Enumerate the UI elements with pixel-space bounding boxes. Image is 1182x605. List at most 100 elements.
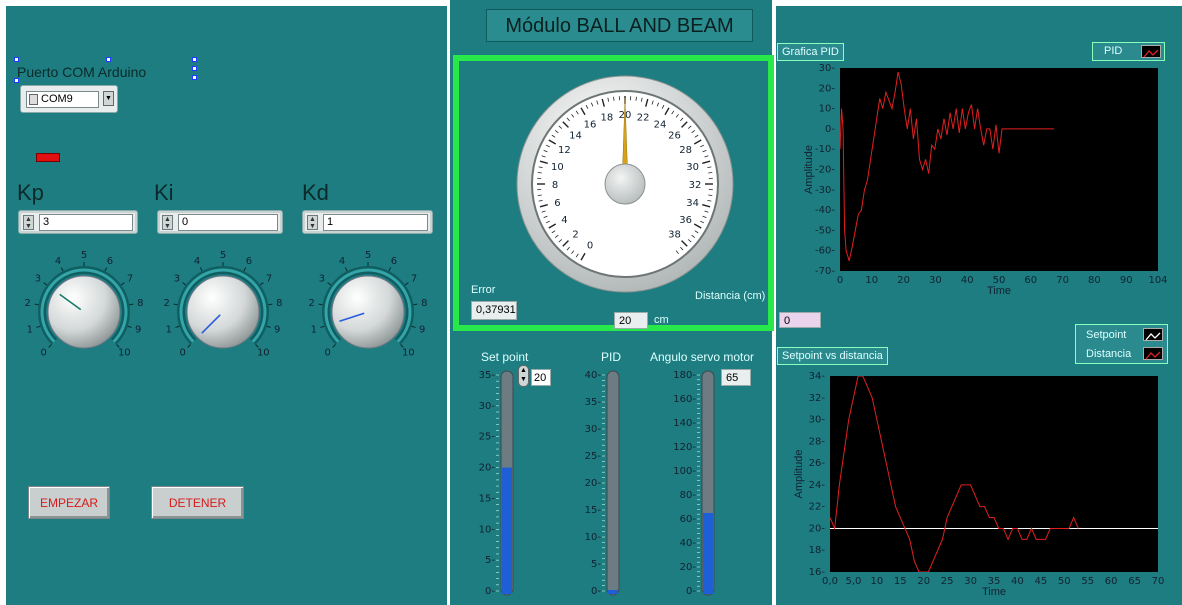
x-tick-label: 80 xyxy=(1088,275,1101,286)
knob-tick-label: 1 xyxy=(166,325,172,336)
slider-tick-label: 180- xyxy=(673,370,696,381)
knob-tick-label: 0 xyxy=(180,347,186,358)
x-tick-label: 0 xyxy=(837,275,843,286)
ki-value[interactable]: 0 xyxy=(178,214,278,231)
chevron-down-icon: ▼ xyxy=(105,95,112,102)
slider-tick-label: 25- xyxy=(479,432,496,443)
stop-button[interactable]: DETENER xyxy=(151,486,244,519)
setpoint-value[interactable]: 20 xyxy=(531,369,551,386)
error-label: Error xyxy=(471,284,496,296)
slider-tick-label: 40- xyxy=(680,538,697,549)
slider-tick-label: 5- xyxy=(591,559,601,570)
x-tick-label: 90 xyxy=(1120,275,1133,286)
ki-increment-decrement[interactable]: ▲ ▼ xyxy=(162,215,173,230)
slider-tick-label: 30- xyxy=(479,401,496,412)
knob-tick-label: 10 xyxy=(402,347,415,358)
gauge-tick-label: 0 xyxy=(587,241,593,252)
knob-tick-label: 5 xyxy=(81,250,87,261)
x-tick-label: 40 xyxy=(961,275,974,286)
x-tick-label: 45 xyxy=(1034,576,1047,587)
ki-label: Ki xyxy=(154,180,174,205)
y-axis-title: Amplitude xyxy=(803,145,815,194)
slider-tick-label: 25- xyxy=(585,451,601,462)
start-button[interactable]: EMPEZAR xyxy=(28,486,110,519)
kd-label: Kd xyxy=(302,180,329,205)
kd-knob[interactable]: 01 2 3 4 5 6 7 8 9 10 xyxy=(308,250,428,370)
slider-tick-label: 15- xyxy=(479,493,496,504)
knob-tick xyxy=(344,267,348,272)
y-tick-label: -10- xyxy=(815,144,835,155)
knob-tick-label: 10 xyxy=(257,347,270,358)
com-port-label: Puerto COM Arduino xyxy=(17,64,147,80)
ki-numeric-control[interactable]: ▲ ▼ 0 xyxy=(157,210,283,234)
gauge-tick-label: 38 xyxy=(668,229,681,240)
knob-tick xyxy=(266,325,271,328)
kp-knob[interactable]: 01 2 3 4 5 6 7 8 9 10 xyxy=(24,250,144,370)
slider-tick-label: 5- xyxy=(485,555,495,566)
gauge-tick-label: 28 xyxy=(679,145,692,156)
servo-value: 65 xyxy=(721,369,751,386)
x-axis-title: Time xyxy=(982,586,1006,598)
x-tick-label: 30 xyxy=(964,576,977,587)
knob-tick-label: 6 xyxy=(391,256,397,267)
y-tick-label: 30- xyxy=(819,63,836,74)
ki-knob[interactable]: 01 2 3 4 5 6 7 8 9 10 xyxy=(163,250,283,370)
x-tick-label: 10 xyxy=(865,275,878,286)
setpoint-slider[interactable]: 0- 5- 10- 15- 20- 25- 30- 35- xyxy=(470,365,530,601)
knob-tick-label: 3 xyxy=(35,273,41,284)
knob-tick xyxy=(411,325,416,328)
pid-legend-swatch xyxy=(1141,45,1161,58)
pid-slider: 0- 5- 10- 15- 20- 25- 30- 35- 40- xyxy=(585,370,620,597)
y-tick-label: -60- xyxy=(815,246,835,257)
knob-tick xyxy=(48,344,52,348)
knob-tick-label: 7 xyxy=(266,273,272,284)
knob-tick-label: 3 xyxy=(319,273,325,284)
gauge-tick-label: 16 xyxy=(584,119,597,130)
x-tick-label: 104 xyxy=(1148,275,1167,286)
x-axis-title: Time xyxy=(987,285,1011,297)
knob-tick xyxy=(268,303,273,306)
slider-tick-label: 20- xyxy=(479,463,496,474)
y-tick-label: -30- xyxy=(815,185,835,196)
kd-increment-decrement[interactable]: ▲ ▼ xyxy=(307,215,318,230)
y-tick-label: -20- xyxy=(815,165,835,176)
kp-numeric-control[interactable]: ▲ ▼ 3 xyxy=(18,210,138,234)
gauge-tick xyxy=(708,194,713,196)
setpoint-spin[interactable]: ▲ ▼ xyxy=(518,365,529,387)
x-tick-label: 40 xyxy=(1011,576,1024,587)
com-port-value: COM9 xyxy=(41,93,73,105)
com-port-select[interactable]: COM9 ▼ xyxy=(20,85,118,113)
knob-tick-label: 3 xyxy=(174,273,180,284)
knob-tick xyxy=(243,267,247,272)
gauge-tick-label: 36 xyxy=(679,215,692,226)
pid-legend-label: PID xyxy=(1104,45,1123,57)
x-tick-label: 20 xyxy=(917,576,930,587)
knob-tick xyxy=(320,325,325,328)
slider-tick-label: 20- xyxy=(680,562,697,573)
gauge-tick-label: 14 xyxy=(569,131,582,142)
slider-fill xyxy=(502,467,512,594)
pid-legend: PID xyxy=(1092,42,1165,61)
kp-value[interactable]: 3 xyxy=(39,214,133,231)
knob-tick-label: 8 xyxy=(137,298,143,309)
dropdown-button[interactable]: ▼ xyxy=(103,91,114,106)
gauge-tick-label: 32 xyxy=(689,180,702,191)
selection-handle xyxy=(14,57,19,62)
slider-fill xyxy=(703,513,713,594)
pid-x-indicator: 0 xyxy=(779,312,821,328)
status-led xyxy=(36,153,60,162)
gauge-tick-label: 22 xyxy=(637,112,650,123)
y-tick-label: 20- xyxy=(809,523,826,534)
kp-increment-decrement[interactable]: ▲ ▼ xyxy=(23,215,34,230)
x-tick-label: 10 xyxy=(870,576,883,587)
knob-tick-label: 2 xyxy=(25,298,31,309)
sp-chart: 34-32-30-28-26-24-22-20-18-16-0,0 5,0 10 15… xyxy=(793,371,1164,598)
slider-fill xyxy=(608,590,618,594)
knob-tick-label: 8 xyxy=(276,298,282,309)
knob-tick-label: 9 xyxy=(274,325,280,336)
slider-tick-label: 100- xyxy=(673,466,696,477)
gauge-tick-label: 18 xyxy=(601,112,614,123)
kd-value[interactable]: 1 xyxy=(323,214,428,231)
knob-tick xyxy=(175,325,180,328)
kd-numeric-control[interactable]: ▲ ▼ 1 xyxy=(302,210,433,234)
